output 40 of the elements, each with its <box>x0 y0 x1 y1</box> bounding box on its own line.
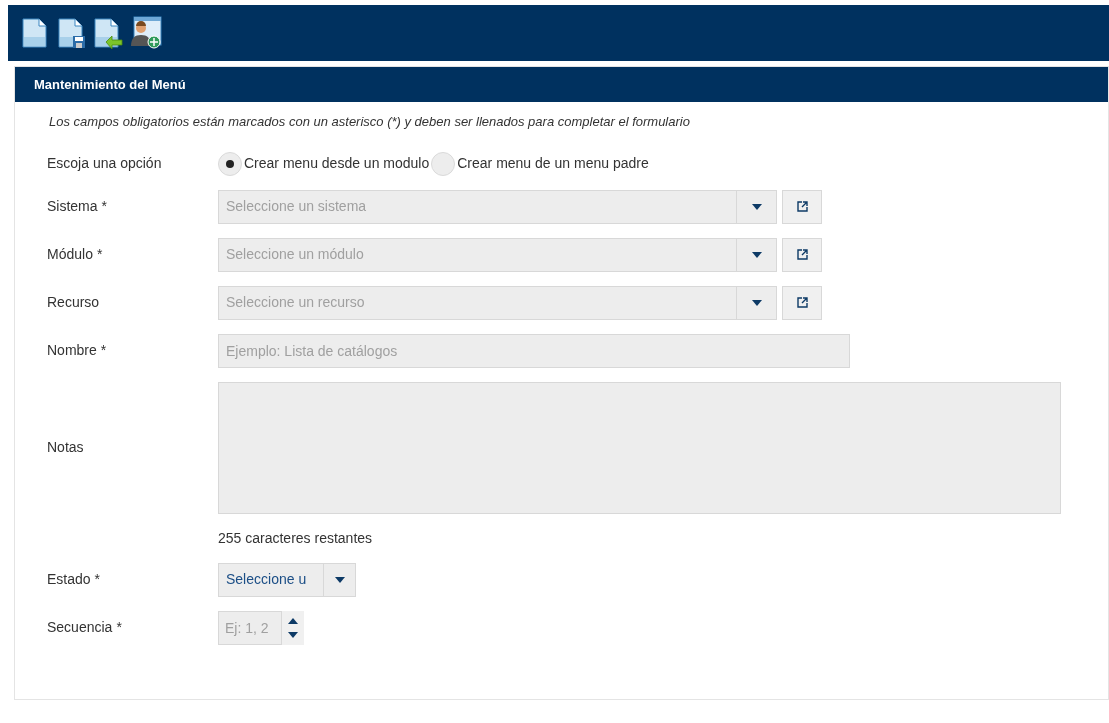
caret-down-icon <box>334 576 345 583</box>
caret-down-icon <box>751 203 762 210</box>
field-label: Notas <box>47 438 84 457</box>
required-mark: * <box>100 341 107 360</box>
required-mark: * <box>94 570 101 589</box>
field-label: Sistema <box>47 197 98 216</box>
save-document-icon[interactable] <box>56 17 86 49</box>
open-link-button[interactable] <box>782 189 822 224</box>
document-icon[interactable] <box>20 17 50 49</box>
field-label: Secuencia <box>47 618 113 637</box>
required-mark: * <box>96 245 103 264</box>
radio-button[interactable] <box>218 151 242 176</box>
radio-option[interactable]: Crear menu desde un modulo <box>218 151 430 176</box>
caret-up-icon <box>288 617 298 624</box>
field-label: Escoja una opción <box>47 154 162 173</box>
select-field[interactable]: Seleccione u <box>218 562 356 597</box>
caret-down-icon <box>751 251 762 258</box>
required-mark: * <box>101 197 108 216</box>
external-link-icon <box>796 201 808 212</box>
field-label: Módulo <box>47 245 93 264</box>
required-fields-note: Los campos obligatorios están marcados con un asterisco (*) y deben ser llenados para completar el formulario <box>48 113 691 131</box>
number-field[interactable]: Ej: 1, 2 <box>218 610 282 645</box>
external-link-icon <box>796 297 808 308</box>
external-link-icon <box>796 249 808 260</box>
radio-option[interactable]: Crear menu de un menu padre <box>431 151 649 176</box>
open-link-button[interactable] <box>782 237 822 272</box>
text-field[interactable]: Ejemplo: Lista de catálogos <box>218 333 850 368</box>
document-arrow-icon[interactable] <box>92 17 124 49</box>
character-counter: 255 caracteres restantes <box>218 528 374 548</box>
spinner-buttons[interactable] <box>282 610 304 645</box>
open-link-button[interactable] <box>782 285 822 320</box>
field-label: Estado <box>47 570 91 589</box>
required-mark: * <box>116 618 122 637</box>
caret-down-icon <box>288 631 298 638</box>
caret-down-icon <box>751 299 762 306</box>
panel-title: Mantenimiento del Menú <box>34 75 186 94</box>
radio-button[interactable] <box>431 151 456 176</box>
user-add-icon[interactable] <box>130 16 162 50</box>
field-label: Recurso <box>47 293 100 312</box>
field-label: Nombre <box>47 341 97 360</box>
